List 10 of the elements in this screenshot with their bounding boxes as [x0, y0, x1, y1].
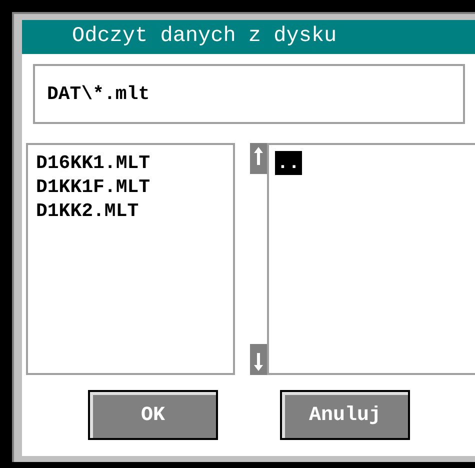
dialog-button[interactable]: OK: [88, 390, 218, 440]
scroll-down-icon[interactable]: [250, 344, 267, 375]
scroll-up-icon[interactable]: [250, 143, 267, 174]
directory-item[interactable]: ..: [275, 151, 302, 175]
file-item[interactable]: D1KK1F.MLT: [34, 175, 152, 199]
file-item[interactable]: D16KK1.MLT: [34, 151, 152, 175]
file-item[interactable]: D1KK2.MLT: [34, 199, 141, 223]
window-title: Odczyt danych z dysku: [22, 20, 475, 54]
path-field[interactable]: DAT\*.mlt: [33, 64, 465, 124]
dialog-button[interactable]: Anuluj: [280, 390, 410, 440]
